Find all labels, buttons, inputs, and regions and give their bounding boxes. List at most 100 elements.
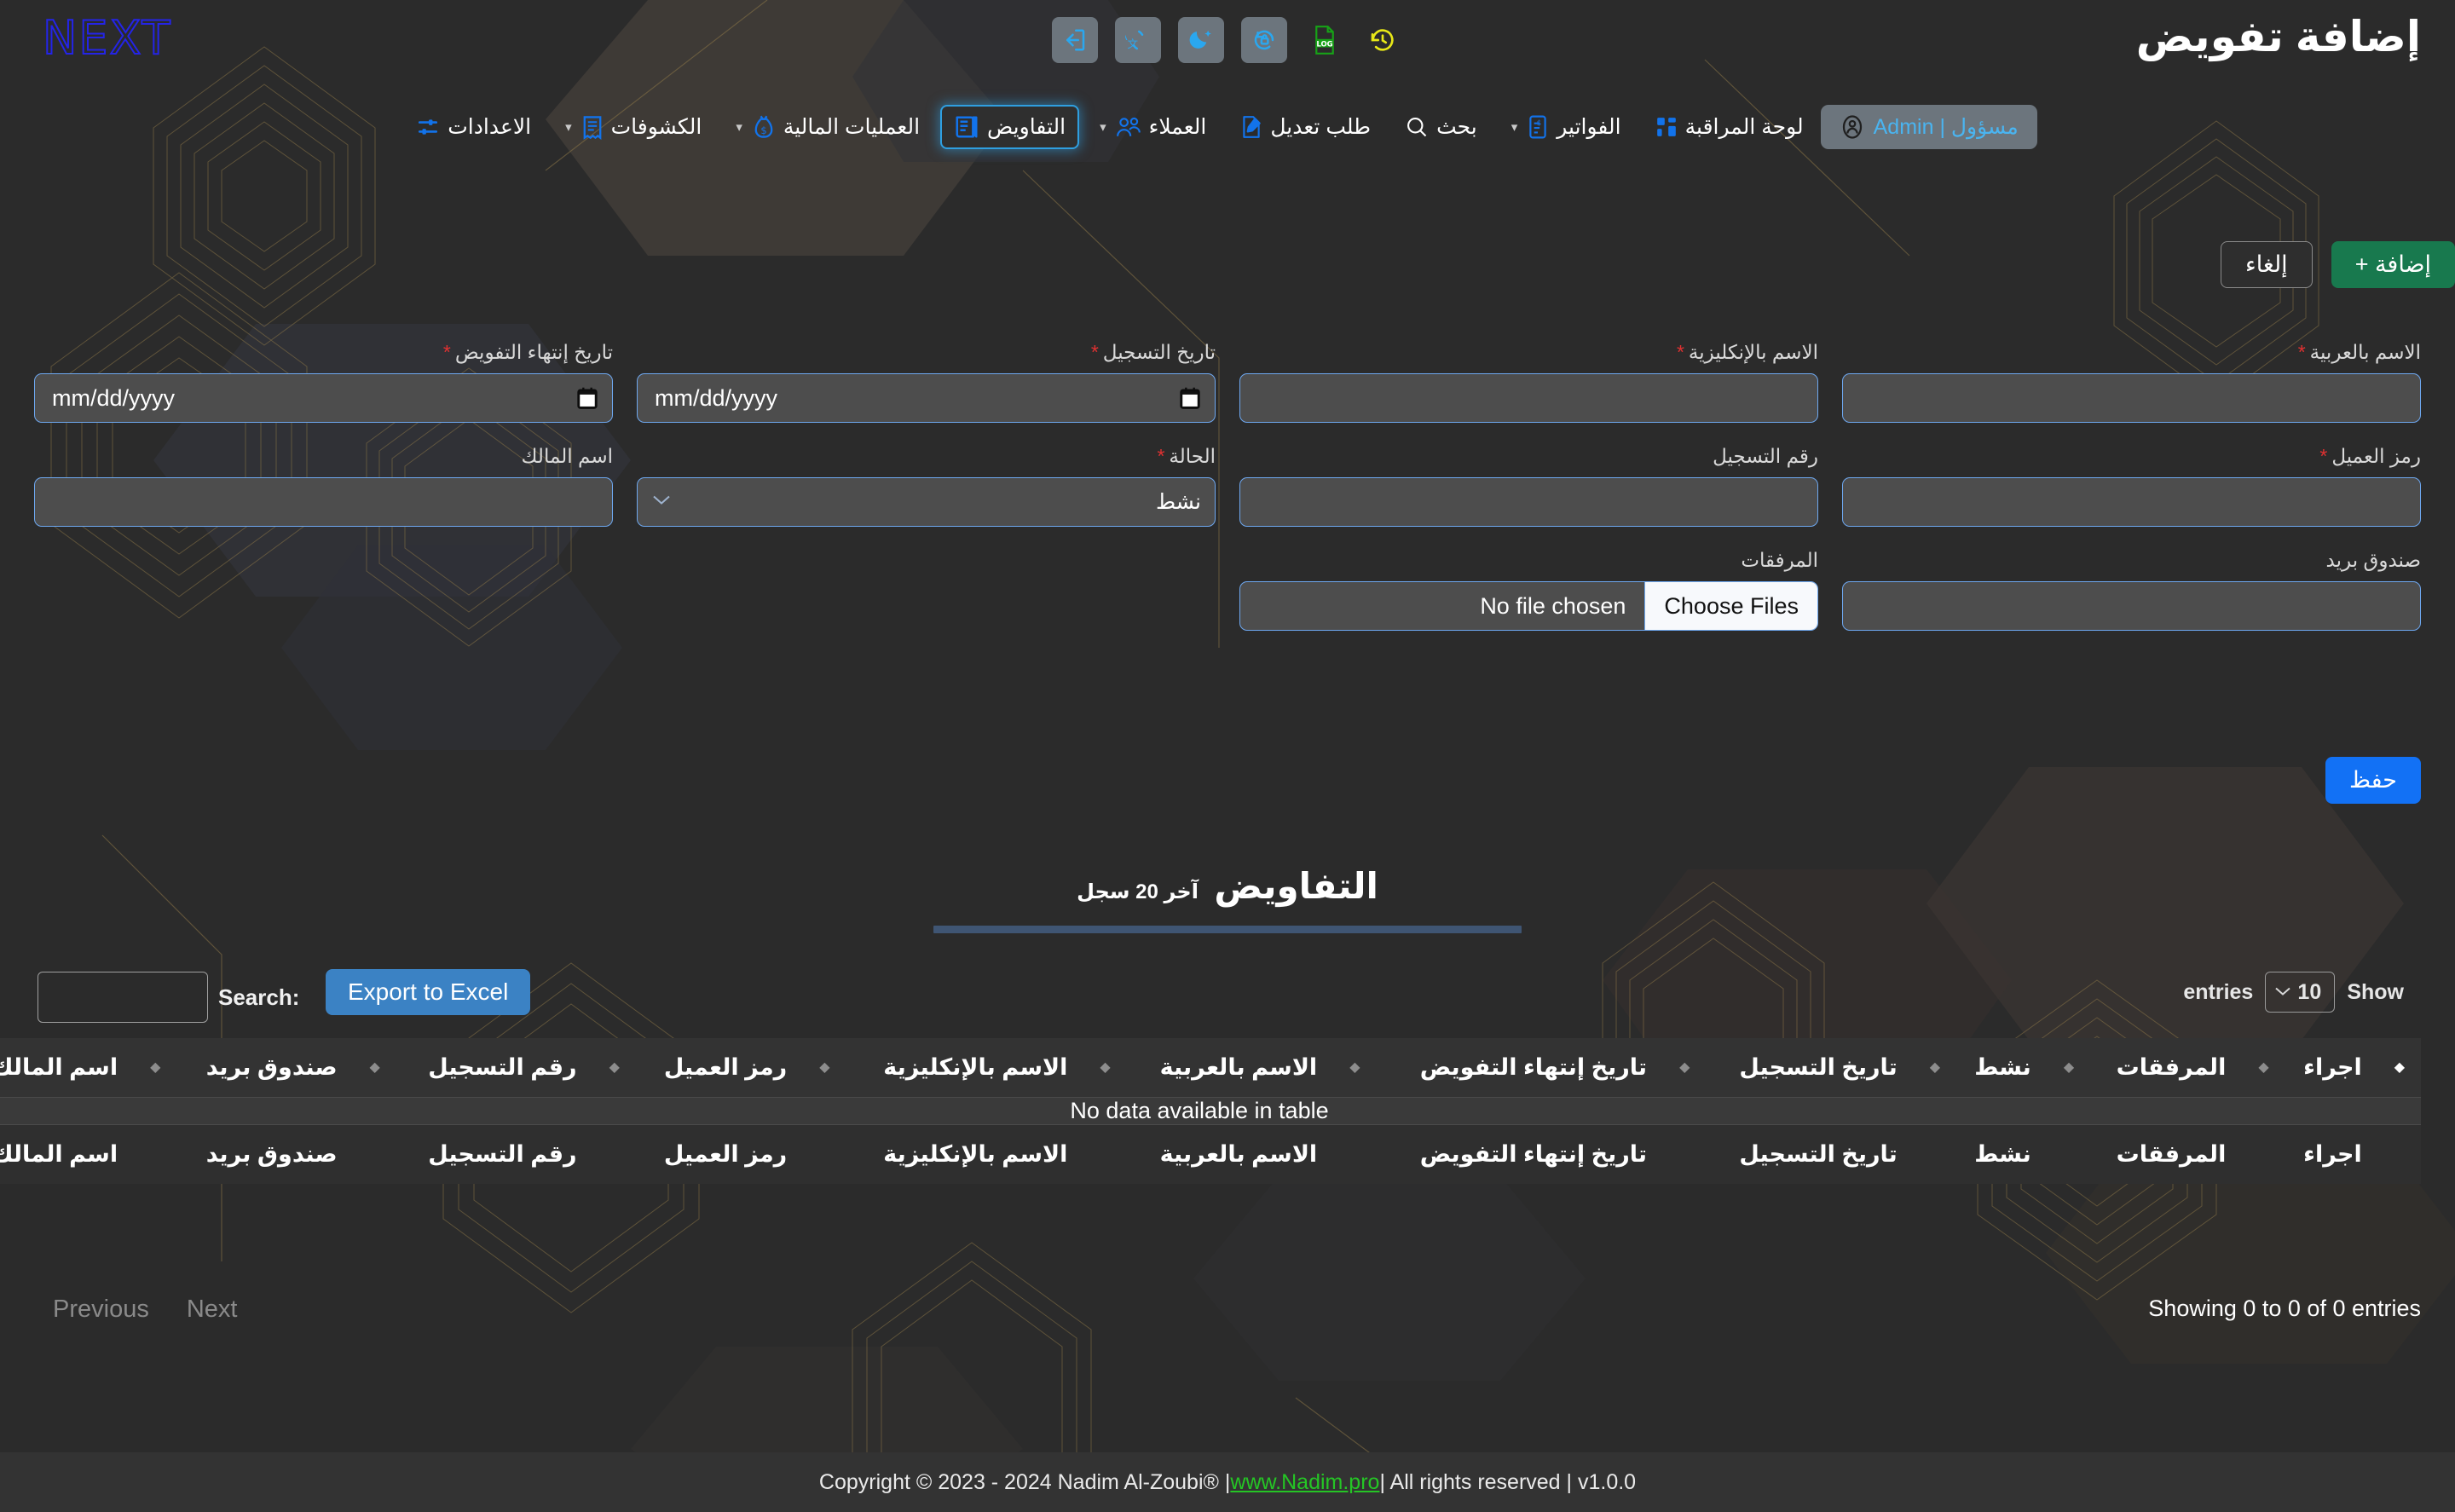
date-placeholder: mm/dd/yyyy — [655, 384, 778, 411]
nav-label: لوحة المراقبة — [1684, 115, 1804, 139]
nav-item-authorizations[interactable]: التفاويض — [940, 105, 1080, 149]
field-mailbox: صندوق بريد — [1842, 549, 2421, 631]
nav-item-invoices[interactable]: ▾ $ الفواتير — [1498, 105, 1635, 149]
nav-item-statements[interactable]: ▾ الكشوفات — [552, 105, 715, 149]
form-row-1: الاسم بالعربية* الاسم بالإنكليزية* تاريخ… — [34, 341, 2421, 423]
nav-item-financial-operations[interactable]: ▾ $ العمليات المالية — [722, 105, 933, 149]
choose-files-button[interactable]: Choose Files — [1644, 582, 1817, 630]
search-input[interactable] — [38, 972, 208, 1023]
column-header-action[interactable]: اجراء ◆ — [2248, 1038, 2384, 1098]
svg-text:$: $ — [760, 124, 766, 136]
history-icon-button[interactable] — [1362, 17, 1403, 63]
column-header-name-en[interactable]: الاسم بالإنكليزية ◆ — [809, 1038, 1090, 1098]
section-subtitle: آخر 20 سجل — [1077, 880, 1199, 903]
page-title: إضافة تفويض — [2135, 13, 2421, 61]
column-header-registration-date[interactable]: تاريخ التسجيل ◆ — [1669, 1038, 1920, 1098]
field-label: تاريخ التسجيل* — [1090, 341, 1216, 363]
section-divider — [933, 926, 1522, 933]
save-button[interactable]: حفظ — [2325, 757, 2421, 804]
attachments-file-input[interactable]: Choose Files No file chosen — [1239, 581, 1818, 631]
nav-item-settings[interactable]: الاعدادات — [402, 105, 545, 149]
search-label: Search: — [218, 984, 300, 1010]
table-info: Showing 0 to 0 of 0 entries — [2148, 1296, 2421, 1321]
column-header-registration-number[interactable]: رقم التسجيل ◆ — [359, 1038, 599, 1098]
field-expiry-date: تاريخ إنتهاء التفويض* mm/dd/yyyy — [34, 341, 613, 423]
nav-item-search[interactable]: بحث — [1391, 105, 1491, 149]
logout-icon-button[interactable] — [1052, 17, 1098, 63]
export-to-excel-button[interactable]: Export to Excel — [326, 969, 531, 1015]
footer-website-link[interactable]: www.Nadim.pro — [1230, 1470, 1379, 1495]
dark-mode-icon-button[interactable] — [1178, 17, 1224, 63]
cancel-button[interactable]: إلغاء — [2221, 241, 2313, 288]
mailbox-input[interactable] — [1842, 581, 2421, 631]
owner-name-input[interactable] — [34, 477, 613, 527]
authorizations-table: م ◆ اجراء ◆ المرفقات ◆ نشط ◆ — [0, 1038, 2421, 1184]
receipt-icon — [581, 114, 604, 140]
table-empty-row: No data available in table — [0, 1097, 2421, 1125]
footer-copyright-suffix: | All rights reserved | v1.0.0 — [1379, 1469, 1637, 1494]
footer-column-registration-number: رقم التسجيل — [359, 1124, 599, 1184]
date-placeholder: mm/dd/yyyy — [52, 384, 176, 411]
table-foot: م اجراء المرفقات نشط تاريخ التسجيل تاريخ… — [0, 1124, 2421, 1184]
status-select[interactable]: نشط — [637, 477, 1216, 527]
name-ar-input[interactable] — [1842, 373, 2421, 423]
nav-label: الاعدادات — [448, 115, 532, 139]
column-header-name-ar[interactable]: الاسم بالعربية ◆ — [1089, 1038, 1340, 1098]
field-client-code: رمز العميل* — [1842, 445, 2421, 527]
footer-column-attachments: المرفقات — [2053, 1124, 2249, 1184]
column-header-index[interactable]: م ◆ — [2383, 1038, 2421, 1098]
sliders-icon — [416, 116, 440, 138]
required-marker: * — [1157, 445, 1165, 467]
show-entries-control: Show 10 entries — [2183, 972, 2404, 1013]
field-label: اسم المالك — [521, 445, 613, 467]
reset-password-icon-button[interactable] — [1241, 17, 1287, 63]
nav-item-edit-request[interactable]: طلب تعديل — [1227, 105, 1384, 149]
registration-date-input[interactable]: mm/dd/yyyy — [637, 373, 1216, 423]
footer-column-active: نشط — [1919, 1124, 2054, 1184]
column-header-client-code[interactable]: رمز العميل ◆ — [598, 1038, 810, 1098]
footer-column-client-code: رمز العميل — [598, 1124, 810, 1184]
calendar-icon[interactable] — [576, 386, 598, 410]
client-code-input[interactable] — [1842, 477, 2421, 527]
field-registration-number: رقم التسجيل — [1239, 445, 1818, 527]
edit-request-icon — [1240, 115, 1262, 139]
nav-label: بحث — [1436, 115, 1477, 139]
pagination-next[interactable]: Next — [168, 1296, 257, 1324]
footer-column-name-en: الاسم بالإنكليزية — [809, 1124, 1090, 1184]
show-label: Show — [2347, 979, 2404, 1004]
form-row-2: رمز العميل* رقم التسجيل الحالة* نشط اسم … — [34, 445, 2421, 527]
column-header-active[interactable]: نشط ◆ — [1919, 1038, 2054, 1098]
column-header-attachments[interactable]: المرفقات ◆ — [2053, 1038, 2249, 1098]
required-marker: * — [1676, 341, 1684, 363]
name-en-input[interactable] — [1239, 373, 1818, 423]
registration-number-input[interactable] — [1239, 477, 1818, 527]
calendar-icon[interactable] — [1179, 386, 1201, 410]
field-label: المرفقات — [1741, 549, 1818, 571]
column-header-expiry-date[interactable]: تاريخ إنتهاء التفويض ◆ — [1339, 1038, 1670, 1098]
svg-text:$: $ — [1537, 119, 1541, 128]
table-footer-row: م اجراء المرفقات نشط تاريخ التسجيل تاريخ… — [0, 1124, 2421, 1184]
svg-text:LOG: LOG — [1316, 40, 1332, 49]
authorization-form: الاسم بالعربية* الاسم بالإنكليزية* تاريخ… — [34, 341, 2421, 653]
table-section-header: التفاويض آخر 20 سجل — [0, 865, 2455, 933]
field-attachments: المرفقات Choose Files No file chosen — [1239, 549, 1818, 631]
column-header-owner-name[interactable]: اسم المالك ◆ — [0, 1038, 141, 1098]
user-badge[interactable]: مسؤول | Admin — [1820, 105, 2037, 149]
column-header-mailbox[interactable]: صندوق بريد ◆ — [140, 1038, 360, 1098]
expiry-date-input[interactable]: mm/dd/yyyy — [34, 373, 613, 423]
footer-copyright-prefix: Copyright © 2023 - 2024 Nadim Al-Zoubi® … — [818, 1469, 1231, 1494]
pagination-previous[interactable]: Previous — [34, 1296, 168, 1324]
add-button[interactable]: إضافة + — [2331, 241, 2455, 288]
translate-icon-button[interactable]: A 文 — [1115, 17, 1161, 63]
field-label: الاسم بالإنكليزية* — [1676, 341, 1818, 363]
dashboard-icon — [1655, 116, 1678, 138]
footer-column-registration-date: تاريخ التسجيل — [1669, 1124, 1920, 1184]
required-marker: * — [1090, 341, 1099, 363]
field-status: الحالة* نشط — [637, 445, 1216, 527]
book-icon — [954, 114, 979, 140]
nav-item-clients[interactable]: ▾ العملاء — [1086, 105, 1220, 149]
nav-item-dashboard[interactable]: لوحة المراقبة — [1642, 105, 1817, 149]
log-file-icon-button[interactable]: LOG — [1304, 17, 1345, 63]
page-length-select[interactable]: 10 — [2265, 972, 2336, 1013]
top-toolbar: A 文 LOG — [1052, 17, 1403, 63]
